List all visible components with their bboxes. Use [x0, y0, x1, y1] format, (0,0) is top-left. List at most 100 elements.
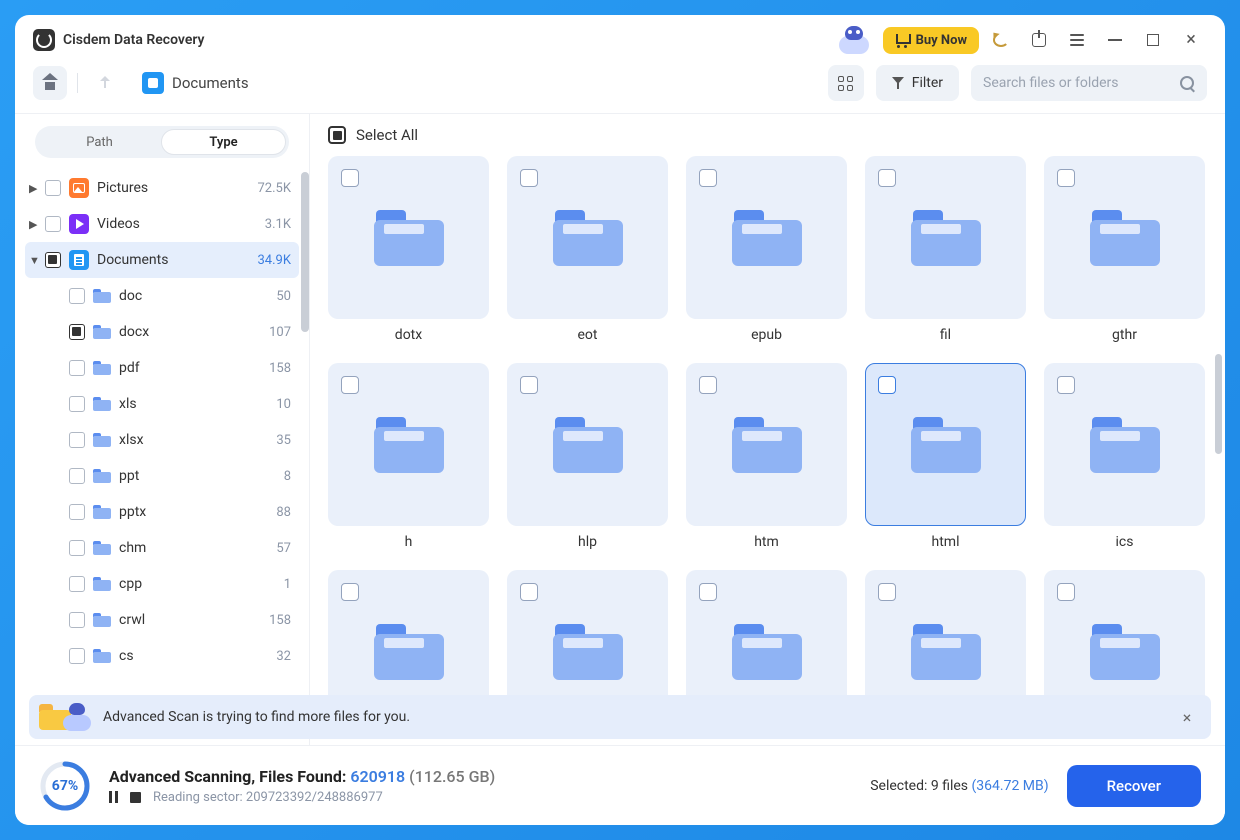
app-window: Cisdem Data Recovery Buy Now × Documents [15, 15, 1225, 825]
tab-type[interactable]: Type [161, 129, 286, 155]
view-toggle-button[interactable] [828, 65, 864, 101]
category-checkbox[interactable] [45, 216, 61, 232]
tile-checkbox[interactable] [1057, 376, 1075, 394]
folder-label: htm [686, 534, 847, 552]
item-checkbox[interactable] [69, 612, 85, 628]
tile-checkbox[interactable] [341, 169, 359, 187]
folder-tile[interactable] [686, 156, 847, 319]
category-count: 3.1K [265, 217, 291, 232]
item-checkbox[interactable] [69, 324, 85, 340]
sidebar-item-chm[interactable]: chm57 [25, 530, 299, 566]
sidebar-item-crwl[interactable]: crwl158 [25, 602, 299, 638]
tile-checkbox[interactable] [520, 376, 538, 394]
sidebar-scrollbar[interactable] [301, 172, 309, 332]
category-checkbox[interactable] [45, 252, 61, 268]
folder-tile[interactable] [328, 156, 489, 319]
tile-checkbox[interactable] [878, 583, 896, 601]
category-count: 72.5K [257, 181, 291, 196]
scan-title: Advanced Scanning, Files Found: 620918 (… [109, 767, 495, 786]
sidebar-category-pictures[interactable]: ▶Pictures72.5K [25, 170, 299, 206]
title-bar: Cisdem Data Recovery Buy Now × [15, 15, 1225, 65]
folder-icon [93, 433, 111, 447]
folder-tile[interactable] [865, 363, 1026, 526]
grid-view-icon [838, 76, 853, 91]
tile-checkbox[interactable] [699, 169, 717, 187]
recover-button[interactable]: Recover [1067, 765, 1201, 807]
sidebar-category-documents[interactable]: ▼Documents34.9K [25, 242, 299, 278]
folder-tile[interactable] [328, 363, 489, 526]
folder-tile[interactable] [1044, 156, 1205, 319]
folder-tile[interactable] [507, 363, 668, 526]
item-checkbox[interactable] [69, 540, 85, 556]
item-checkbox[interactable] [69, 396, 85, 412]
tile-checkbox[interactable] [878, 169, 896, 187]
pause-button[interactable] [109, 791, 118, 803]
tile-checkbox[interactable] [520, 583, 538, 601]
folder-tile[interactable] [865, 156, 1026, 319]
item-checkbox[interactable] [69, 288, 85, 304]
tile-checkbox[interactable] [341, 583, 359, 601]
tab-path[interactable]: Path [38, 129, 161, 155]
item-checkbox[interactable] [69, 576, 85, 592]
banner-close-button[interactable]: × [1177, 707, 1197, 727]
select-all-checkbox[interactable] [328, 126, 346, 144]
search-box[interactable] [971, 65, 1207, 101]
advanced-scan-banner: Advanced Scan is trying to find more fil… [29, 695, 1211, 739]
tile-checkbox[interactable] [699, 376, 717, 394]
tile-checkbox[interactable] [1057, 169, 1075, 187]
folder-cell-ics: ics [1044, 363, 1205, 552]
category-checkbox[interactable] [45, 180, 61, 196]
app-title: Cisdem Data Recovery [63, 32, 205, 48]
menu-button[interactable] [1061, 24, 1093, 56]
tile-checkbox[interactable] [1057, 583, 1075, 601]
item-checkbox[interactable] [69, 504, 85, 520]
sidebar-item-cpp[interactable]: cpp1 [25, 566, 299, 602]
search-input[interactable] [983, 75, 1172, 91]
item-label: cpp [119, 576, 284, 592]
folder-tile[interactable] [686, 363, 847, 526]
sidebar-item-xlsx[interactable]: xlsx35 [25, 422, 299, 458]
folder-tile[interactable] [507, 156, 668, 319]
filter-button[interactable]: Filter [876, 65, 959, 101]
sidebar-item-xls[interactable]: xls10 [25, 386, 299, 422]
home-button[interactable] [33, 66, 67, 100]
item-label: pdf [119, 360, 269, 376]
tile-checkbox[interactable] [520, 169, 538, 187]
folder-icon [93, 469, 111, 483]
maximize-button[interactable] [1137, 24, 1169, 56]
sidebar: Path Type ▶Pictures72.5K▶Videos3.1K▼Docu… [15, 114, 309, 745]
sidebar-item-ppt[interactable]: ppt8 [25, 458, 299, 494]
breadcrumb-label: Documents [172, 74, 249, 92]
sidebar-item-doc[interactable]: doc50 [25, 278, 299, 314]
folder-icon [93, 541, 111, 555]
main-scrollbar[interactable] [1215, 354, 1222, 454]
sidebar-item-pptx[interactable]: pptx88 [25, 494, 299, 530]
sidebar-item-cs[interactable]: cs32 [25, 638, 299, 674]
tile-checkbox[interactable] [878, 376, 896, 394]
item-checkbox[interactable] [69, 360, 85, 376]
item-checkbox[interactable] [69, 648, 85, 664]
undo-button[interactable] [985, 24, 1017, 56]
stop-button[interactable] [130, 792, 141, 803]
sidebar-item-pdf[interactable]: pdf158 [25, 350, 299, 386]
minimize-button[interactable] [1099, 24, 1131, 56]
progress-percent: 67% [39, 760, 91, 812]
export-icon [1032, 33, 1046, 47]
up-button[interactable] [88, 66, 122, 100]
sidebar-item-docx[interactable]: docx107 [25, 314, 299, 350]
folder-label: h [328, 534, 489, 552]
sidebar-category-videos[interactable]: ▶Videos3.1K [25, 206, 299, 242]
selected-summary: Selected: 9 files (364.72 MB) [870, 778, 1048, 794]
item-checkbox[interactable] [69, 432, 85, 448]
close-button[interactable]: × [1175, 24, 1207, 56]
item-checkbox[interactable] [69, 468, 85, 484]
tile-checkbox[interactable] [341, 376, 359, 394]
folder-cell-gthr: gthr [1044, 156, 1205, 345]
tile-checkbox[interactable] [699, 583, 717, 601]
category-icon [69, 178, 89, 198]
buy-now-button[interactable]: Buy Now [883, 27, 979, 54]
export-button[interactable] [1023, 24, 1055, 56]
chevron-icon: ▼ [29, 254, 43, 267]
folder-tile[interactable] [1044, 363, 1205, 526]
item-count: 158 [269, 613, 291, 628]
